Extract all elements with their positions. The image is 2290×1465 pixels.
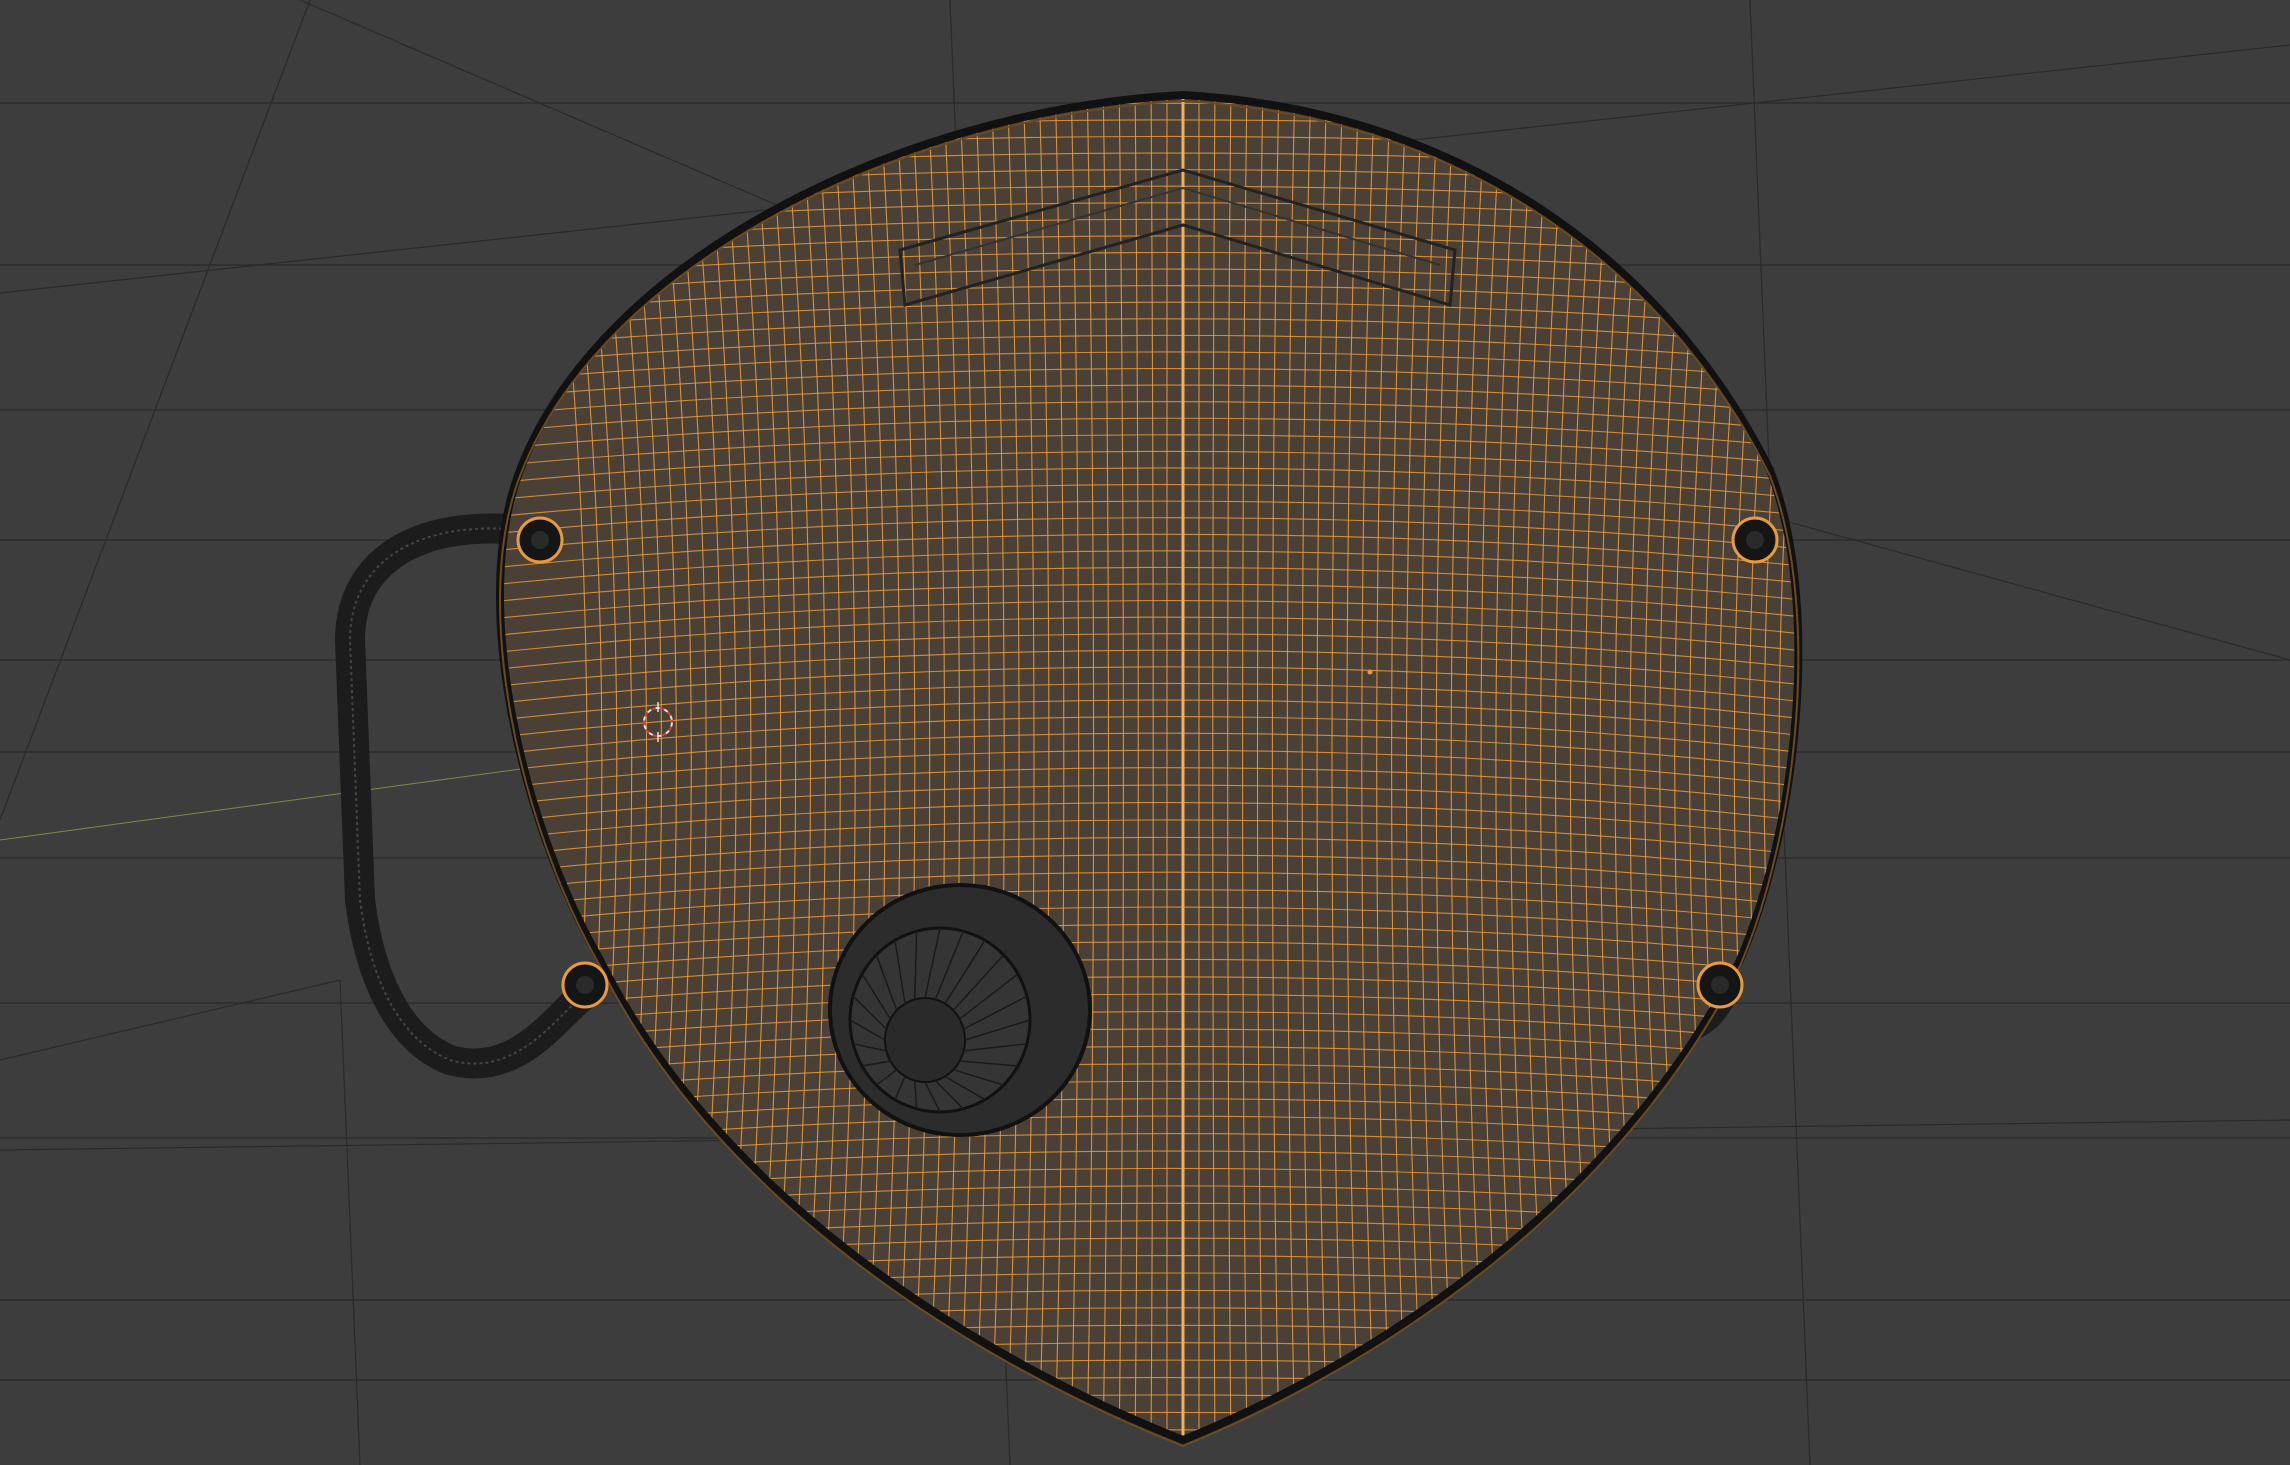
wire-horizontal [480,1447,1830,1465]
object-origin-dot [1367,669,1373,675]
viewport-canvas[interactable] [0,0,2290,1465]
loop-anchor-hole [1746,531,1764,549]
valve-center [884,997,966,1083]
3d-viewport[interactable] [0,0,2290,1465]
mask-shell[interactable] [480,80,1830,1465]
exhalation-valve[interactable] [828,883,1092,1137]
loop-anchor-hole [576,976,594,994]
grid-line [339,979,361,1465]
loop-anchor-hole [531,531,549,549]
wire-horizontal [499,1429,1799,1440]
grid-line [0,979,341,1061]
loop-anchor-hole [1711,976,1729,994]
